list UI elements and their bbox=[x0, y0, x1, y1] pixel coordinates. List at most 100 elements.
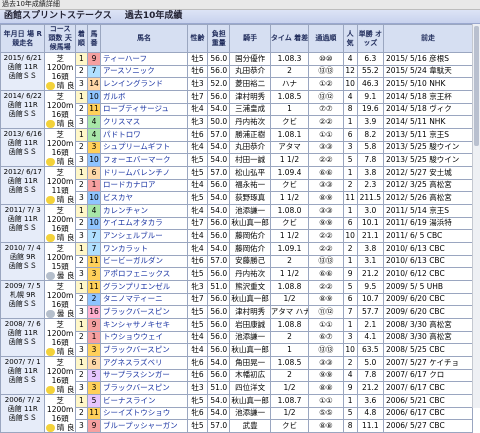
previous-race: 2006/ 5/21 CBC bbox=[382, 394, 474, 408]
table-row[interactable]: 2011/ 7/ 3 函館 11R 函館ＳＳ 芝1200m 16頭晴 良 1 4 カレンチャン… bbox=[0, 204, 474, 243]
jockey[interactable]: 福永祐一 bbox=[229, 178, 271, 193]
weight: 57.0 bbox=[207, 166, 231, 180]
weight: 56.0 bbox=[207, 343, 231, 357]
course-cell: 芝1200m 11頭晴 良 bbox=[44, 166, 76, 205]
jockey[interactable]: 岩田康誠 bbox=[229, 318, 271, 332]
post-number: 11 bbox=[86, 406, 102, 421]
jockey[interactable]: 藤岡佑介 bbox=[229, 229, 271, 243]
horse-name[interactable]: フォーエバーマーク bbox=[100, 153, 188, 167]
horse-name[interactable]: シーイズトウショウ bbox=[100, 406, 188, 421]
horse-name[interactable]: ワンカラット bbox=[100, 242, 188, 256]
finish-position: 3 bbox=[74, 381, 88, 395]
jockey[interactable]: 秋山真一郎 bbox=[229, 394, 271, 408]
horse-name[interactable]: ロードカナロア bbox=[100, 178, 188, 193]
horse-name[interactable]: カレンチャン bbox=[100, 204, 188, 218]
field-size: 16頭 bbox=[51, 148, 69, 157]
time-margin: クビ bbox=[269, 216, 310, 231]
jockey[interactable]: 安藤勝己 bbox=[229, 254, 271, 269]
table-row[interactable]: 2013/ 6/16 函館 11R 函館ＳＳ 芝1200m 16頭晴 良 1 4 パドトロワ牡… bbox=[0, 128, 474, 167]
passing-order: ⑨⑨ bbox=[308, 216, 344, 231]
time-margin: 1/2 bbox=[269, 406, 310, 421]
horse-name[interactable]: ブラックバースピン bbox=[100, 305, 188, 319]
popularity: 2 bbox=[342, 356, 358, 370]
horse-name[interactable]: クリスマス bbox=[100, 115, 188, 129]
jockey[interactable]: 武豊 bbox=[229, 419, 271, 433]
jockey[interactable]: 丹内祐次 bbox=[229, 267, 271, 281]
jockey[interactable]: 池添謙一 bbox=[229, 204, 271, 218]
jockey[interactable]: 池添謙一 bbox=[229, 330, 271, 345]
table-row[interactable]: 2008/ 7/ 6 函館 11R 函館ＳＳ 芝1200m 16頭晴 良 1 9 キンシャサノ… bbox=[0, 318, 474, 357]
horse-name[interactable]: ティーハーフ bbox=[100, 52, 188, 66]
jockey[interactable]: 国分優作 bbox=[229, 52, 271, 66]
jockey[interactable]: 秋山真一郎 bbox=[229, 292, 271, 307]
jockey[interactable]: 熊沢重文 bbox=[229, 280, 271, 294]
horse-name[interactable]: キンシャサノキセキ bbox=[100, 318, 188, 332]
jockey[interactable]: 四位洋文 bbox=[229, 381, 271, 395]
table-row[interactable]: 2009/ 7/ 5 札幌 9R 函館ＳＳ 芝1200m 16頭曇 良 1 11 グランプリエ… bbox=[0, 280, 474, 319]
popularity: 4 bbox=[342, 90, 358, 104]
jockey[interactable]: 三浦皇成 bbox=[229, 102, 271, 117]
win-odds: 5.8 bbox=[356, 140, 384, 155]
horse-name[interactable]: ブラックバースピン bbox=[100, 381, 188, 395]
jockey[interactable]: 丸田恭介 bbox=[229, 140, 271, 155]
time-margin: 1.08.8 bbox=[269, 318, 310, 332]
horse-name[interactable]: シュプリームギフト bbox=[100, 140, 188, 155]
jockey[interactable]: 勝浦正樹 bbox=[229, 128, 271, 142]
jockey[interactable]: 荻野琢真 bbox=[229, 191, 271, 205]
table-row[interactable]: 2014/ 6/22 函館 11R 函館ＳＳ 芝1200m 16頭晴 良 1 10 ガルボ 牡7… bbox=[0, 90, 474, 129]
horse-name[interactable]: ドリームバレンチノ bbox=[100, 166, 188, 180]
jockey[interactable]: 角田晃一 bbox=[229, 356, 271, 370]
sex-age: 牡3 bbox=[186, 381, 209, 395]
jockey[interactable]: 木幡初広 bbox=[229, 368, 271, 383]
table-row[interactable]: 2012/ 6/17 函館 11R 函館ＳＳ 芝1200m 11頭晴 良 1 6 ドリームバレ… bbox=[0, 166, 474, 205]
jockey[interactable]: 秋山真一郎 bbox=[229, 343, 271, 357]
horse-name[interactable]: ガルボ bbox=[100, 90, 188, 104]
horse-name[interactable]: サープラスシンガー bbox=[100, 368, 188, 383]
horse-name[interactable]: ビーナスライン bbox=[100, 394, 188, 408]
jockey[interactable]: 丹内祐次 bbox=[229, 115, 271, 129]
race-date: 2015/ 6/21 bbox=[3, 54, 42, 62]
horse-name[interactable]: パドトロワ bbox=[100, 128, 188, 142]
scrollbar-thumb[interactable] bbox=[474, 26, 479, 146]
jockey[interactable]: 村田一誠 bbox=[229, 153, 271, 167]
horse-name[interactable]: アグネスラズベリ bbox=[100, 356, 188, 370]
horse-name[interactable]: ビスカヤ bbox=[100, 191, 188, 205]
jockey[interactable]: 秋山真一郎 bbox=[229, 216, 271, 231]
previous-race: 2014/ 5/18 京王杯 bbox=[382, 90, 474, 104]
table-row[interactable]: 2007/ 7/ 1 函館 11R 函館ＳＳ 芝1200m 16頭晴 良 1 6 アグネスラズ… bbox=[0, 356, 474, 395]
passing-order: ⑬⑬ bbox=[308, 343, 344, 357]
table-row[interactable]: 2006/ 7/ 2 函館 11R 函館ＳＳ 芝1200m 16頭晴 良 1 5 ビーナスライ… bbox=[0, 394, 474, 433]
jockey[interactable]: 津村明秀 bbox=[229, 305, 271, 319]
jockey[interactable]: 池添謙一 bbox=[229, 406, 271, 421]
sex-age: 牝5 bbox=[186, 394, 209, 408]
jockey[interactable]: 藤岡佑介 bbox=[229, 242, 271, 256]
horse-name[interactable]: アポロフェニックス bbox=[100, 267, 188, 281]
popularity: 2 bbox=[342, 178, 358, 193]
previous-race: 2013/ 5/11 京王S bbox=[382, 128, 474, 142]
weight: 57.0 bbox=[207, 254, 231, 269]
horse-name[interactable]: トウショウウェイ bbox=[100, 330, 188, 345]
horse-name[interactable]: タニノマティーニ bbox=[100, 292, 188, 307]
vertical-scrollbar[interactable] bbox=[472, 24, 480, 408]
win-odds: 9.1 bbox=[356, 90, 384, 104]
jockey[interactable]: 津村明秀 bbox=[229, 90, 271, 104]
horse-name[interactable]: グランプリエンゼル bbox=[100, 280, 188, 294]
passing-order: ②② bbox=[308, 229, 344, 243]
jockey[interactable]: 菱田裕二 bbox=[229, 77, 271, 91]
horse-name[interactable]: アンシェルブルー bbox=[100, 229, 188, 243]
horse-name[interactable]: アースソニック bbox=[100, 64, 188, 79]
horse-name[interactable]: ビービーガルダン bbox=[100, 254, 188, 269]
post-number: 11 bbox=[86, 280, 102, 294]
previous-race: 2014/ 5/18 ヴィク bbox=[382, 102, 474, 117]
horse-name[interactable]: レンイングランド bbox=[100, 77, 188, 91]
jockey[interactable]: 松山弘平 bbox=[229, 166, 271, 180]
weight: 57.0 bbox=[207, 128, 231, 142]
jockey[interactable]: 丸田恭介 bbox=[229, 64, 271, 79]
course-distance: 芝1200m bbox=[46, 130, 74, 148]
horse-name[interactable]: ブループッシャーガン bbox=[100, 419, 188, 433]
table-row[interactable]: 2010/ 7/ 4 函館 9R 函館ＳＳ 芝1200m 15頭曇 良 1 7 ワンカラット牝… bbox=[0, 242, 474, 281]
horse-name[interactable]: ブラックバースピン bbox=[100, 343, 188, 357]
horse-name[interactable]: ケイエムオタカラ bbox=[100, 216, 188, 231]
horse-name[interactable]: ローブティサージュ bbox=[100, 102, 188, 117]
table-row[interactable]: 2015/ 6/21 函館 11R 函館ＳＳ 芝1200m 16頭晴 良 1 9 ティーハーフ… bbox=[0, 52, 474, 91]
